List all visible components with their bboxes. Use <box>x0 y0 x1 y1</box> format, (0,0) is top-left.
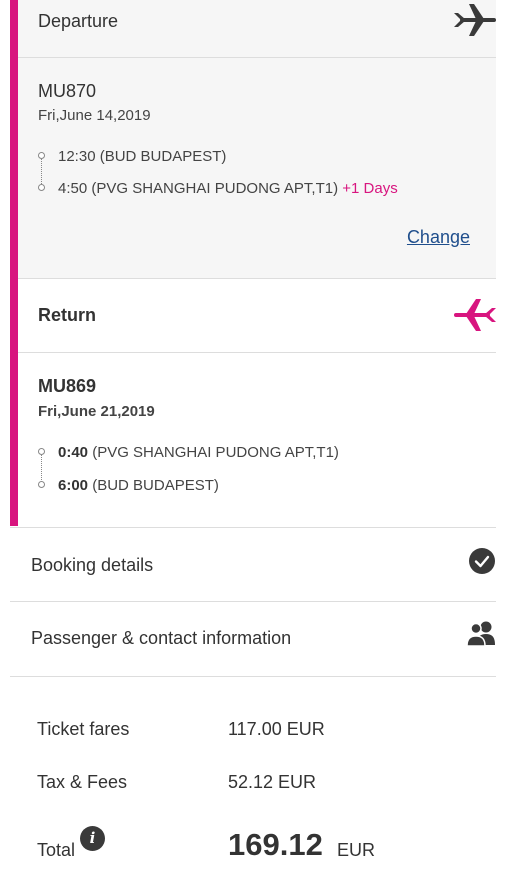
tax-fees-label: Tax & Fees <box>37 772 128 792</box>
return-header: Return <box>18 279 496 353</box>
return-title: Return <box>38 305 96 325</box>
booking-details-row[interactable]: Booking details <box>10 527 496 602</box>
departure-header: Departure <box>18 0 496 58</box>
return-date: Fri,June 21,2019 <box>38 403 155 420</box>
plus-days-badge: +1 Days <box>342 180 398 197</box>
route-line <box>41 159 42 184</box>
ticket-fares-label: Ticket fares <box>37 719 130 739</box>
return-destination: 6:00 (BUD BUDAPEST) <box>58 477 219 494</box>
return-details: MU869 Fri,June 21,2019 0:40 (PVG SHANGHA… <box>18 353 496 526</box>
total-currency: EUR <box>337 840 376 860</box>
passenger-contact-label: Passenger & contact information <box>31 628 292 648</box>
airplane-icon <box>454 4 496 41</box>
departure-details: MU870 Fri,June 14,2019 12:30 (BUD BUDAPE… <box>18 58 496 279</box>
passenger-contact-row[interactable]: Passenger & contact information <box>10 602 496 677</box>
info-icon[interactable]: i <box>80 826 105 851</box>
return-flight-number: MU869 <box>38 376 97 396</box>
change-flight-link[interactable]: Change <box>407 227 470 248</box>
departure-origin: 12:30 (BUD BUDAPEST) <box>58 148 227 165</box>
total-label: Total <box>37 840 76 860</box>
departure-destination: 4:50 (PVG SHANGHAI PUDONG APT,T1) +1 Day… <box>58 180 398 197</box>
ticket-fares-value: 117.00 EUR <box>228 719 325 739</box>
destination-dot <box>38 184 45 191</box>
origin-dot <box>38 448 45 455</box>
departure-flight-number: MU870 <box>38 81 97 101</box>
check-circle-icon <box>468 547 496 580</box>
return-origin: 0:40 (PVG SHANGHAI PUDONG APT,T1) <box>58 444 339 461</box>
tax-fees-value: 52.12 EUR <box>228 772 317 792</box>
booking-details-label: Booking details <box>31 555 154 575</box>
departure-date: Fri,June 14,2019 <box>38 107 151 124</box>
destination-dot <box>38 481 45 488</box>
itinerary-accent-bar <box>10 0 18 526</box>
total-amount: 169.12 <box>228 827 323 862</box>
origin-dot <box>38 152 45 159</box>
airplane-icon <box>454 299 496 336</box>
users-icon <box>466 619 496 652</box>
route-line <box>41 455 42 480</box>
departure-title: Departure <box>38 11 119 31</box>
